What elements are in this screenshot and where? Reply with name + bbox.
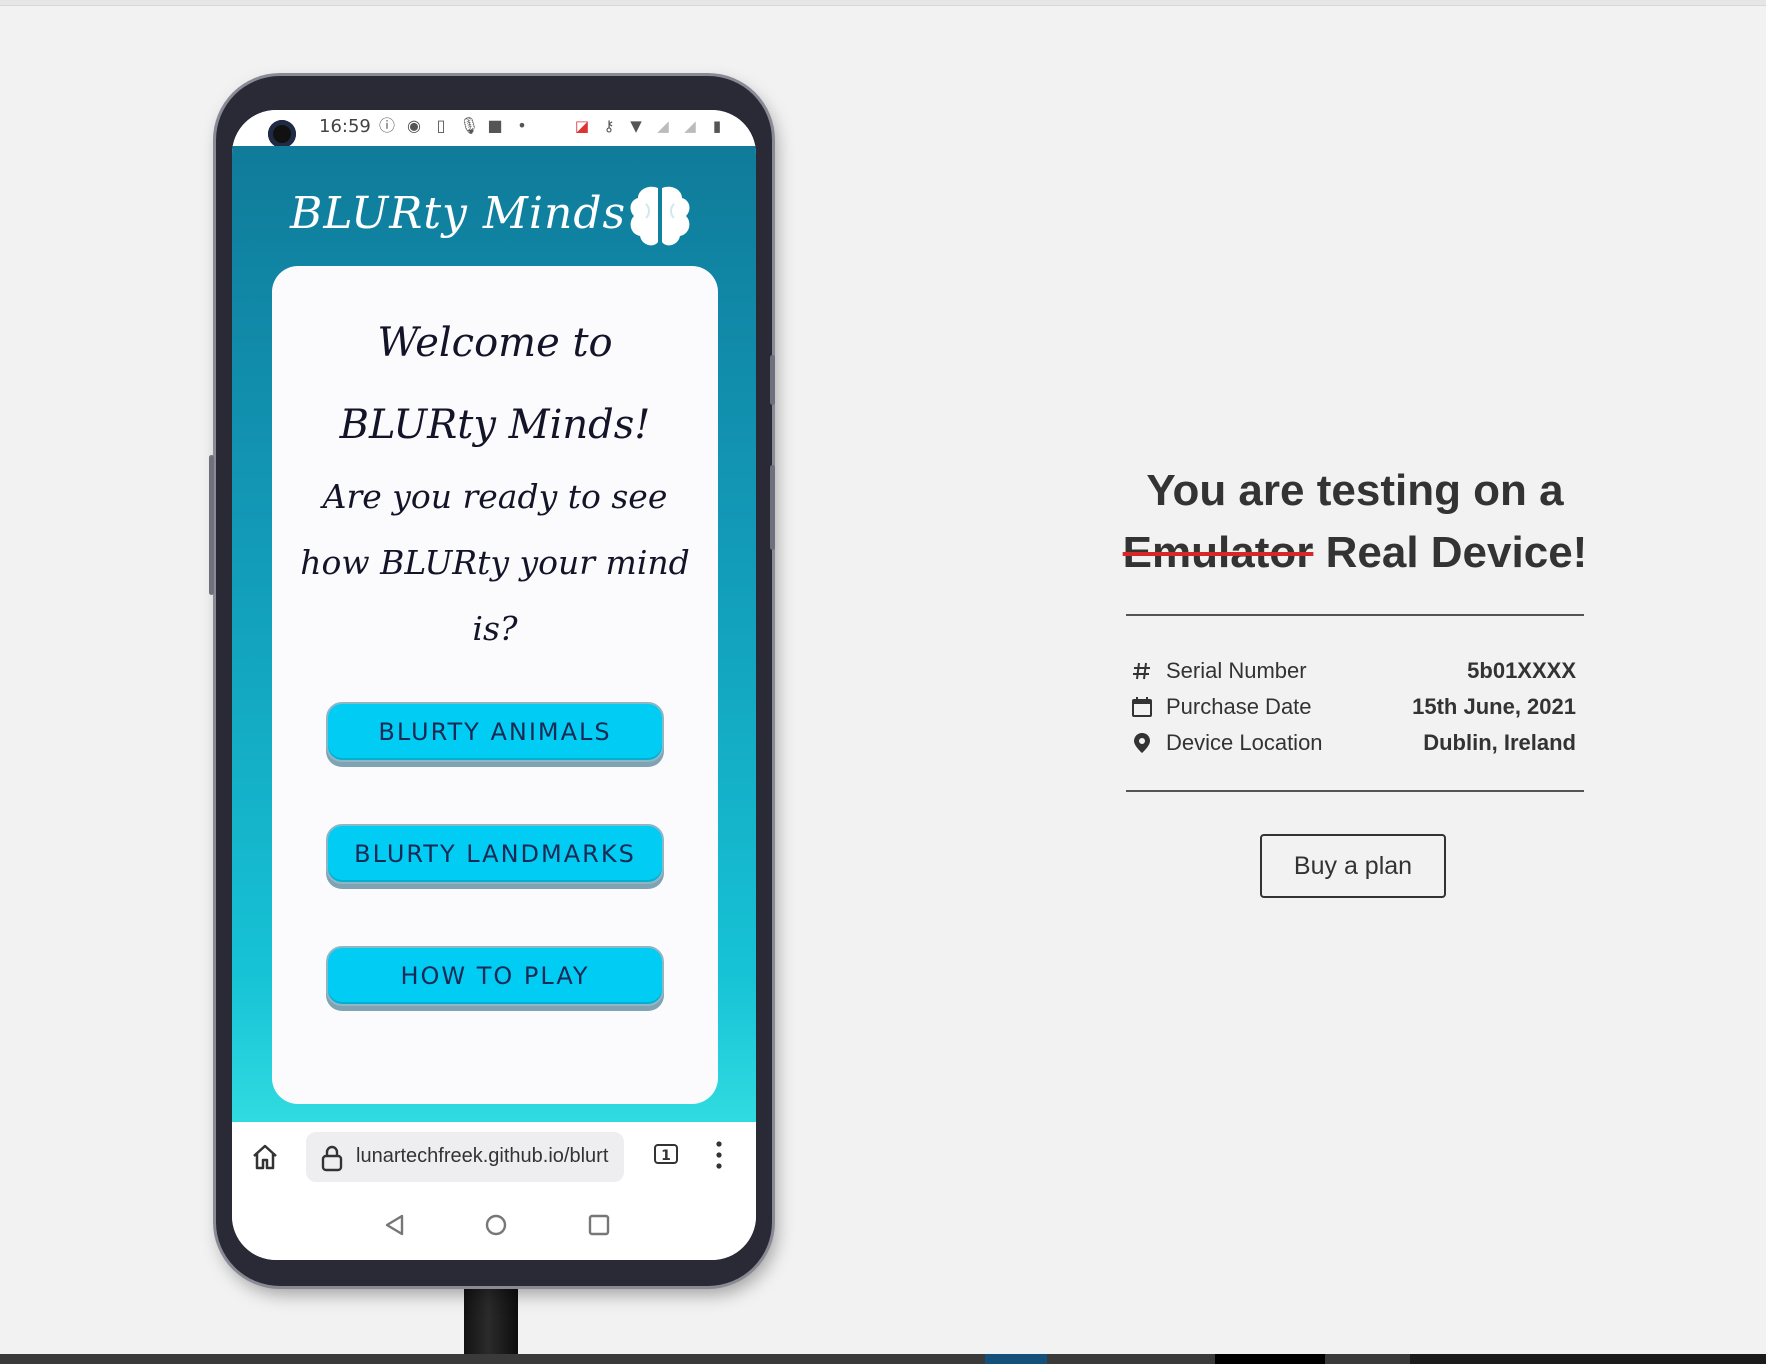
taskbar-left xyxy=(0,1354,1410,1364)
key-icon: ⚷ xyxy=(603,117,615,135)
square-notification-icon: ■ xyxy=(487,116,503,135)
device-location-label: Device Location xyxy=(1166,730,1323,755)
info-icon: ⓘ xyxy=(378,116,395,135)
lock-icon xyxy=(321,1145,343,1172)
welcome-line-2: BLURty Minds! xyxy=(339,402,651,448)
blurty-landmarks-button[interactable]: BLURTY LANDMARKS xyxy=(326,824,664,884)
divider-bottom xyxy=(1126,790,1584,792)
top-border xyxy=(0,0,1766,6)
purchase-date-label: Purchase Date xyxy=(1166,694,1312,719)
welcome-card: Welcome to BLURty Minds! Are you ready t… xyxy=(272,266,718,1104)
serial-number-label: Serial Number xyxy=(1166,658,1307,683)
signal-off-icon-2: ◢ xyxy=(684,117,696,135)
panel-title: You are testing on a Emulator Real Devic… xyxy=(1080,460,1630,584)
status-icons-right: ◪ ⚷ ▼ ◢ ◢ ▮ xyxy=(573,117,726,135)
os-taskbar xyxy=(0,1354,1766,1364)
nav-home-icon[interactable] xyxy=(483,1212,509,1238)
side-button-right-upper xyxy=(770,355,775,405)
how-to-play-button[interactable]: HOW TO PLAY xyxy=(326,946,664,1006)
struck-emulator-text: Emulator xyxy=(1122,528,1314,577)
welcome-question: Are you ready to see how BLURty your min… xyxy=(300,477,690,648)
taskbar-app-chip-2[interactable] xyxy=(1215,1354,1325,1364)
wifi-icon: ▼ xyxy=(630,117,642,135)
status-icons-left: ⓘ ◉ ▯ 🎙 ■ • xyxy=(378,117,531,135)
purchase-date-value: 15th June, 2021 xyxy=(1412,694,1576,719)
android-nav-bar xyxy=(232,1192,756,1260)
microphone-icon: 🎙 xyxy=(459,116,480,135)
real-device-text: Real Device! xyxy=(1325,528,1588,577)
app-notification-icon: ◉ xyxy=(407,116,421,135)
hash-icon xyxy=(1133,662,1150,680)
divider-top xyxy=(1126,614,1584,616)
device-screen: 16:59 ⓘ ◉ ▯ 🎙 ■ • ◪ ⚷ ▼ ◢ ◢ ▮ BLURty Min… xyxy=(232,110,756,1260)
dot-icon: • xyxy=(517,116,527,135)
signal-off-icon: ◢ xyxy=(657,117,669,135)
sim-icon: ▯ xyxy=(436,116,446,135)
app-background: BLURty Minds Welcome to BLURty Minds! Ar… xyxy=(232,146,756,1122)
status-bar: 16:59 ⓘ ◉ ▯ 🎙 ■ • ◪ ⚷ ▼ ◢ ◢ ▮ xyxy=(232,110,756,148)
battery-icon: ▮ xyxy=(712,117,722,135)
side-button-right-lower xyxy=(770,465,775,550)
brain-icon xyxy=(630,186,690,246)
browser-toolbar: lunartechfreek.github.io/blurt 1 xyxy=(232,1122,756,1192)
serial-number-row: Serial Number 5b01XXXX xyxy=(1130,656,1576,686)
welcome-heading: Welcome to BLURty Minds! xyxy=(272,302,718,466)
back-icon[interactable] xyxy=(382,1212,408,1238)
url-text: lunartechfreek.github.io/blurt xyxy=(356,1145,609,1167)
status-time: 16:59 xyxy=(319,116,371,137)
side-button-left xyxy=(209,455,214,595)
panel-title-line-1: You are testing on a xyxy=(1146,466,1564,515)
location-pin-icon xyxy=(1134,733,1150,753)
recent-apps-icon[interactable] xyxy=(586,1212,612,1238)
more-menu-icon[interactable] xyxy=(714,1140,724,1170)
tabs-count-icon[interactable]: 1 xyxy=(654,1144,678,1164)
device-location-row: Device Location Dublin, Ireland xyxy=(1130,728,1576,758)
taskbar-app-chip[interactable] xyxy=(985,1354,1047,1364)
cast-icon: ◪ xyxy=(574,117,590,135)
app-title: BLURty Minds xyxy=(290,188,627,239)
front-camera xyxy=(268,120,296,148)
serial-number-value: 5b01XXXX xyxy=(1467,658,1576,683)
welcome-line-1: Welcome to xyxy=(377,320,613,366)
address-bar[interactable]: lunartechfreek.github.io/blurt xyxy=(306,1132,624,1182)
panel-title-line-2: Emulator Real Device! xyxy=(1080,522,1630,584)
blurty-animals-button[interactable]: BLURTY ANIMALS xyxy=(326,702,664,762)
purchase-date-row: Purchase Date 15th June, 2021 xyxy=(1130,692,1576,722)
home-icon[interactable] xyxy=(250,1142,280,1172)
device-location-value: Dublin, Ireland xyxy=(1423,730,1576,755)
calendar-icon xyxy=(1132,697,1152,717)
buy-plan-button[interactable]: Buy a plan xyxy=(1260,834,1446,898)
usb-cable xyxy=(464,1286,518,1356)
